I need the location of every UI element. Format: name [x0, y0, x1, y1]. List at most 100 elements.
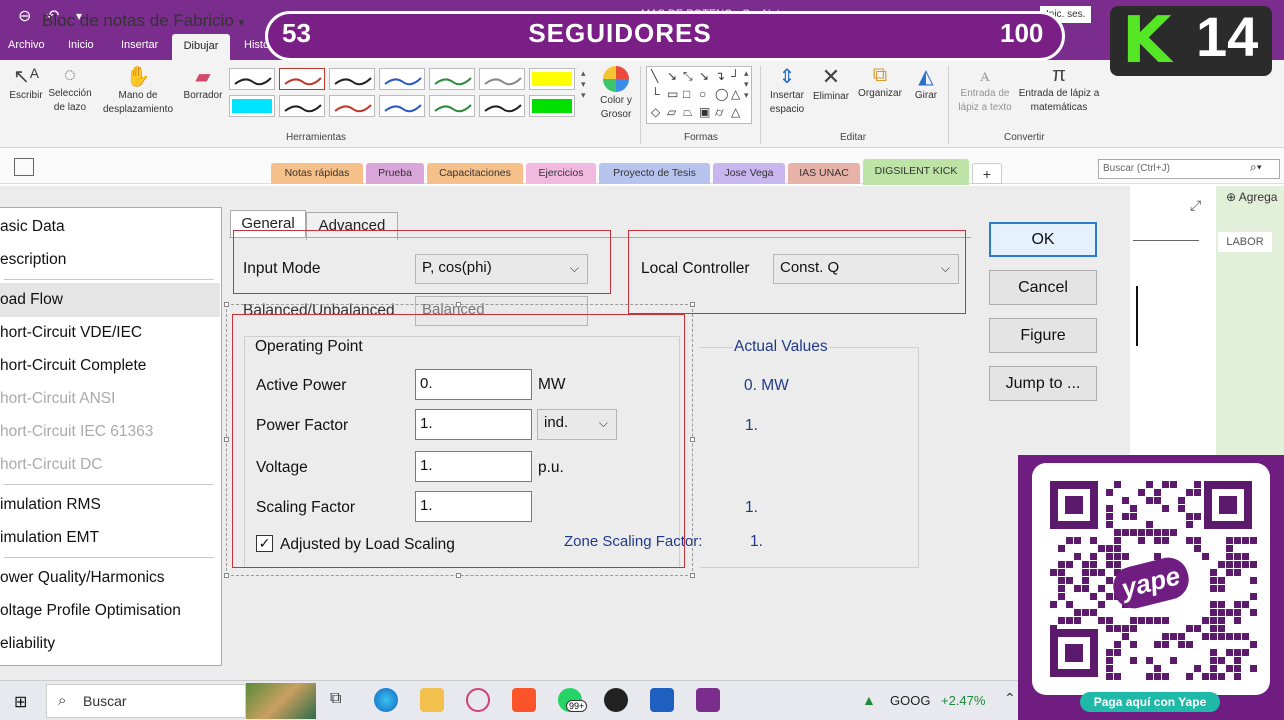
section-tab[interactable]: Capacitaciones	[427, 163, 523, 184]
tab-draw[interactable]: Dibujar	[172, 34, 230, 60]
pen-swatch[interactable]	[529, 68, 575, 90]
cone-shape-icon[interactable]: △	[731, 105, 747, 123]
pen-swatch[interactable]	[479, 95, 525, 117]
nav-item-description[interactable]: escription	[0, 248, 66, 272]
expand-icon[interactable]: ⤢	[1190, 197, 1201, 214]
nav-item-simulation-rms[interactable]: imulation RMS	[0, 493, 101, 517]
shapes-gallery[interactable]: ╲ ↘ ⤡ ↘ ↴ ┘ └ ▭ □ ○ ◯ △ ◇ ▱ ⏢ ▣ ⌭ △	[646, 66, 752, 124]
resize-handle[interactable]	[224, 573, 229, 578]
cube-shape-icon[interactable]: ▣	[699, 105, 715, 123]
pen-swatch[interactable]	[329, 95, 375, 117]
tab-insert[interactable]: Insertar	[121, 39, 158, 51]
shapes-scroll-icon[interactable]: ▴ ▾ ▾	[744, 68, 749, 101]
pan-hand-tool[interactable]: ✋ Mano de desplazamiento	[96, 64, 180, 117]
pen-swatch[interactable]	[379, 95, 425, 117]
eraser-tool[interactable]: ▰ Borrador	[178, 64, 228, 103]
back-icon[interactable]: ⊖	[18, 6, 31, 26]
insert-space-button[interactable]: ⇕ Insertar espacio	[764, 64, 810, 117]
edge-icon[interactable]	[374, 688, 398, 712]
arrange-button[interactable]: ⧉ Organizar	[854, 64, 906, 101]
zone-scaling-value: 1.	[750, 533, 763, 550]
nav-item-short-circuit-complete[interactable]: hort-Circuit Complete	[0, 354, 146, 378]
nav-item-basic-data[interactable]: asic Data	[0, 215, 65, 239]
add-section-button[interactable]: +	[972, 163, 1002, 184]
ink-to-text-button[interactable]: ꭺ Entrada de lápiz a texto	[952, 64, 1018, 115]
page-item[interactable]: LABOR	[1218, 232, 1272, 252]
resize-handle[interactable]	[224, 302, 229, 307]
onenote-icon[interactable]	[696, 688, 720, 712]
rotate-button[interactable]: ◭ Girar	[908, 64, 944, 103]
ok-button[interactable]: OK	[989, 222, 1097, 257]
rectangle-shape-icon[interactable]: □	[683, 87, 699, 105]
circle-shape-icon[interactable]: ○	[699, 87, 715, 105]
ink-to-math-button[interactable]: π Entrada de lápiz a matemáticas	[1018, 64, 1100, 115]
section-tab[interactable]: Jose Vega	[713, 163, 785, 184]
rectangle-shape-icon[interactable]: ▭	[667, 87, 683, 105]
resize-handle[interactable]	[456, 573, 461, 578]
parallelogram-shape-icon[interactable]: ▱	[667, 105, 683, 123]
notebook-title[interactable]: Bloc de notas de Fabricio ▾	[42, 11, 244, 31]
tab-file[interactable]: Archivo	[8, 39, 45, 51]
color-thickness-button[interactable]: Color y Grosor	[594, 64, 638, 122]
resize-handle[interactable]	[690, 437, 695, 442]
jump-to-button[interactable]: Jump to ...	[989, 366, 1097, 401]
nav-item-power-quality[interactable]: ower Quality/Harmonics	[0, 566, 165, 590]
trapezoid-shape-icon[interactable]: ⏢	[683, 105, 699, 123]
section-tab[interactable]: Ejercicios	[526, 163, 596, 184]
pen-swatch[interactable]	[379, 68, 425, 90]
pen-swatch[interactable]	[329, 68, 375, 90]
cancel-button[interactable]: Cancel	[989, 270, 1097, 305]
resize-handle[interactable]	[224, 437, 229, 442]
search-icon[interactable]: ⌕▾	[1250, 160, 1262, 175]
app-icon[interactable]	[466, 688, 490, 712]
nav-item-simulation-emt[interactable]: imulation EMT	[0, 526, 99, 550]
section-tab[interactable]: Proyecto de Tesis	[599, 163, 710, 184]
group-label-edit: Editar	[840, 132, 867, 143]
nav-item-voltage-profile[interactable]: oltage Profile Optimisation	[0, 599, 181, 623]
resize-handle[interactable]	[456, 302, 461, 307]
app-icon[interactable]	[604, 688, 628, 712]
pen-swatch[interactable]	[529, 95, 575, 117]
brave-icon[interactable]	[512, 688, 536, 712]
pen-swatch[interactable]	[479, 68, 525, 90]
task-view-icon[interactable]: ⧉	[330, 690, 341, 708]
cylinder-shape-icon[interactable]: ⌭	[715, 105, 731, 123]
lasso-select-tool[interactable]: ◌ Selección de lazo	[46, 64, 94, 115]
section-tab[interactable]: Prueba	[366, 163, 424, 184]
pen-gallery-scroll-icon[interactable]: ▴ ▾ ▾	[581, 68, 586, 101]
ellipse-shape-icon[interactable]: ◯	[715, 87, 731, 105]
nav-item-short-circuit-vde[interactable]: hort-Circuit VDE/IEC	[0, 321, 142, 345]
chevron-up-icon[interactable]: ⌃	[1004, 690, 1016, 707]
nav-item-reliability[interactable]: eliability	[0, 632, 55, 656]
section-tab[interactable]: IAS UNAC	[788, 163, 860, 184]
nav-item-load-flow[interactable]: oad Flow	[0, 288, 63, 312]
pdf-app-icon[interactable]	[650, 688, 674, 712]
arrow-shape-icon[interactable]: ↘	[667, 69, 683, 87]
section-tab[interactable]: Notas rápidas	[271, 163, 363, 184]
windows-start-icon[interactable]: ⊞	[14, 692, 27, 712]
delete-button[interactable]: ✕ Eliminar	[810, 64, 852, 104]
pen-swatch[interactable]	[229, 95, 275, 117]
pen-swatch[interactable]	[429, 68, 475, 90]
arrow-shape-icon[interactable]: ↘	[699, 69, 715, 87]
stock-ticker[interactable]: GOOG	[890, 693, 930, 708]
add-page-button[interactable]: ⊕ Agrega	[1226, 190, 1277, 204]
diamond-shape-icon[interactable]: ◇	[651, 105, 667, 123]
elbow-arrow-shape-icon[interactable]: ↴	[715, 69, 731, 87]
double-arrow-shape-icon[interactable]: ⤡	[683, 69, 699, 87]
pen-swatch[interactable]	[429, 95, 475, 117]
taskbar-search[interactable]: Buscar	[46, 684, 246, 718]
yape-pay-button[interactable]: Paga aquí con Yape	[1080, 692, 1220, 712]
line-shape-icon[interactable]: ╲	[651, 69, 667, 87]
pen-swatch[interactable]	[229, 68, 275, 90]
figure-button[interactable]: Figure	[989, 318, 1097, 353]
axes-shape-icon[interactable]: └	[651, 87, 667, 105]
tab-home[interactable]: Inicio	[68, 39, 94, 51]
resize-handle[interactable]	[690, 573, 695, 578]
pen-swatch[interactable]	[279, 68, 325, 90]
file-explorer-icon[interactable]	[420, 688, 444, 712]
write-tool[interactable]: ↖ᴬ Escribir	[6, 64, 46, 103]
resize-handle[interactable]	[690, 302, 695, 307]
section-tab-active[interactable]: DIGSILENT KICK	[863, 159, 969, 185]
pen-swatch[interactable]	[279, 95, 325, 117]
